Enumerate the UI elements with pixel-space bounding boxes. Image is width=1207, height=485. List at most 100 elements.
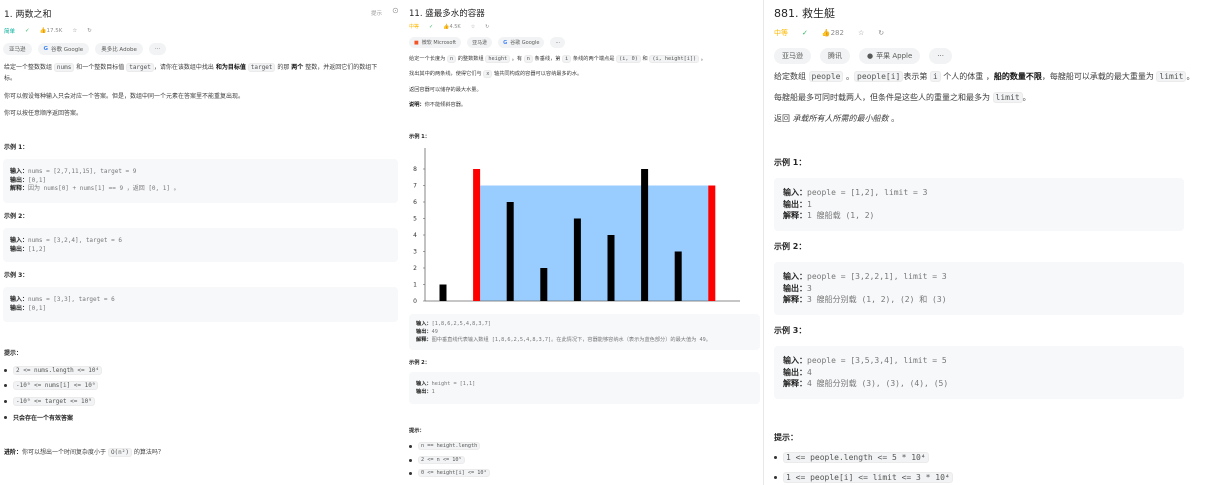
example-heading: 示例 2：: [774, 242, 807, 251]
text-segment: 。: [843, 72, 854, 81]
constraints-heading: 提示：: [4, 350, 23, 357]
example-label: 输入：: [783, 188, 807, 197]
like-count: 4.5K: [449, 23, 461, 30]
example-box: 输入：nums = [3,3], target = 6 输出：[0,1]: [3, 287, 398, 322]
difficulty-badge: 中等: [409, 24, 420, 30]
bar: [607, 235, 615, 301]
example-line: 输出：1: [783, 199, 1175, 211]
example-value: height = [1,1]: [431, 381, 476, 387]
star-icon[interactable]: ☆: [858, 29, 864, 37]
tag-google[interactable]: G 谷歌 Google: [498, 37, 545, 48]
refresh-icon[interactable]: ↻: [87, 28, 92, 34]
text-segment: 返回容器可以储存的最大水量。: [409, 87, 482, 93]
like-button[interactable]: 👍282: [822, 29, 844, 37]
more-icon[interactable]: ⊙: [392, 6, 398, 15]
example-line: 输出：[0,1]: [10, 177, 391, 186]
description-paragraph: 给定一个整数数组 nums 和一个整数目标值 target ，请你在该数组中找出 …: [4, 62, 378, 72]
tag-amazon[interactable]: 亚马逊: [774, 48, 811, 64]
example-label: 输入：: [416, 381, 432, 387]
description-paragraph: 找出其中的两条线，使得它们与 x 轴共同构成的容器可以容纳最多的水。: [409, 70, 582, 78]
example-box: 输入：nums = [3,2,4], target = 6 输出：[1,2]: [3, 228, 398, 262]
solved-check-icon: ✓: [802, 29, 808, 37]
constraints-heading: 提示：: [774, 433, 798, 442]
constraint-item: 2 <= nums.length <= 10⁴: [4, 366, 103, 375]
description-paragraph: 返回 承载所有人所需的最小船数 。: [774, 113, 899, 124]
example-value: nums = [3,3], target = 6: [28, 296, 115, 303]
text-segment: 给定数组: [774, 72, 809, 81]
text-segment: 整数，并返回它们的数组下: [303, 64, 378, 71]
constraint-code: -10⁹ <= target <= 10⁹: [13, 397, 95, 406]
example-line: 输出：4: [783, 367, 1175, 379]
tag-label: ···: [154, 46, 161, 52]
bar: [540, 268, 548, 301]
text-segment: ，每艘船可以承载的最大重量为: [1041, 72, 1157, 81]
bold-text: 说明：: [409, 102, 425, 108]
constraint-item: 1 <= people.length <= 5 * 10⁴: [774, 452, 929, 463]
example-value: nums = [2,7,11,15], target = 9: [28, 168, 137, 175]
tag-apple[interactable]: ● 苹果 Apple: [859, 48, 921, 64]
star-icon[interactable]: ☆: [471, 24, 475, 30]
example-heading: 示例 1：: [774, 158, 807, 167]
text-segment: 和一个整数目标值: [74, 64, 127, 71]
constraint-item: -10⁹ <= nums[i] <= 10⁹: [4, 381, 99, 390]
tag-adobe[interactable]: 奥多比 Adobe: [95, 43, 143, 55]
more-tags-button[interactable]: ···: [929, 48, 952, 64]
tag-microsoft[interactable]: ■ 微软 Microsoft: [409, 37, 462, 48]
example-line: 输入：nums = [2,7,11,15], target = 9: [10, 168, 391, 177]
example-value: [1,2]: [28, 245, 47, 253]
y-tick-label: 0: [413, 298, 417, 305]
tag-label: 亚马逊: [9, 47, 26, 53]
y-tick-label: 3: [413, 249, 417, 256]
tag-amazon[interactable]: 亚马逊: [3, 43, 32, 55]
tag-tencent[interactable]: 腾讯: [820, 48, 850, 64]
like-button[interactable]: 👍17.5K: [40, 28, 63, 34]
constraint-item: 2 <= n <= 10⁵: [409, 456, 465, 464]
highlight-bar: [708, 185, 716, 301]
example-box: 输入：[1,8,6,2,5,4,8,3,7] 输出：49 解释：图中垂直线代表输入数…: [409, 314, 760, 350]
inline-code: (i, height[i]): [649, 55, 700, 63]
star-icon[interactable]: ☆: [72, 28, 77, 34]
example-label: 输入：: [783, 356, 807, 365]
hint-button[interactable]: 提示: [371, 9, 382, 17]
example-label: 输出：: [10, 304, 29, 312]
example-line: 解释：因为 nums[0] + nums[1] == 9 ，返回 [0, 1] …: [10, 185, 391, 194]
more-tags-button[interactable]: ···: [148, 43, 167, 55]
example-label: 输入：: [416, 321, 432, 327]
bar: [506, 202, 514, 301]
tag-label: 微软 Microsoft: [421, 40, 457, 46]
constraint-item: -10⁹ <= target <= 10⁹: [4, 397, 95, 406]
example-line: 解释：图中垂直线代表输入数组 [1,8,6,2,5,4,8,3,7]。在此情况下…: [416, 336, 753, 344]
constraint-code: -10⁹ <= nums[i] <= 10⁹: [13, 381, 99, 390]
text-segment: 条垂线，第: [532, 56, 563, 62]
text-segment: 你不能倾斜容器。: [424, 102, 467, 108]
constraint-code: 2 <= n <= 10⁵: [418, 456, 465, 464]
tag-label: 谷歌 Google: [510, 40, 540, 46]
example-line: 输入：people = [1,2], limit = 3: [783, 187, 1175, 199]
example-label: 输出：: [416, 329, 432, 335]
example-label: 解释：: [783, 379, 807, 388]
text-segment: 每艘船最多可同时载两人，但条件是这些人的重量之和最多为: [774, 93, 993, 102]
text-segment: 你可以想出一个时间复杂度小于: [22, 449, 108, 456]
example-label: 输入：: [10, 168, 29, 175]
tag-amazon[interactable]: 亚马逊: [467, 37, 493, 48]
example-label: 输出：: [783, 283, 807, 293]
tag-google[interactable]: G 谷歌 Google: [37, 43, 90, 55]
like-button[interactable]: 👍4.5K: [443, 24, 460, 30]
refresh-icon[interactable]: ↻: [878, 29, 884, 37]
tag-label: 谷歌 Google: [51, 47, 84, 53]
refresh-icon[interactable]: ↻: [485, 24, 489, 30]
y-tick-label: 6: [413, 199, 417, 206]
example-heading: 示例 3：: [4, 272, 29, 279]
text-segment: 你可以假设每种输入只会对应一个答案。但是，数组中同一个元素在答案里不能重复出现。: [4, 93, 245, 100]
text-segment: 你可以按任意顺序返回答案。: [4, 110, 83, 117]
solved-check-icon: ✓: [25, 28, 30, 34]
example-value: 4: [807, 367, 812, 377]
example-label: 解释：: [416, 337, 432, 343]
more-tags-button[interactable]: ···: [550, 37, 566, 48]
example-label: 输出：: [783, 367, 807, 377]
y-tick-label: 4: [413, 232, 417, 239]
text-segment: 的整数数组: [456, 56, 486, 62]
example-value: 1: [431, 389, 435, 395]
example-label: 解释：: [10, 185, 29, 192]
constraint-code: 2 <= nums.length <= 10⁴: [13, 366, 103, 375]
